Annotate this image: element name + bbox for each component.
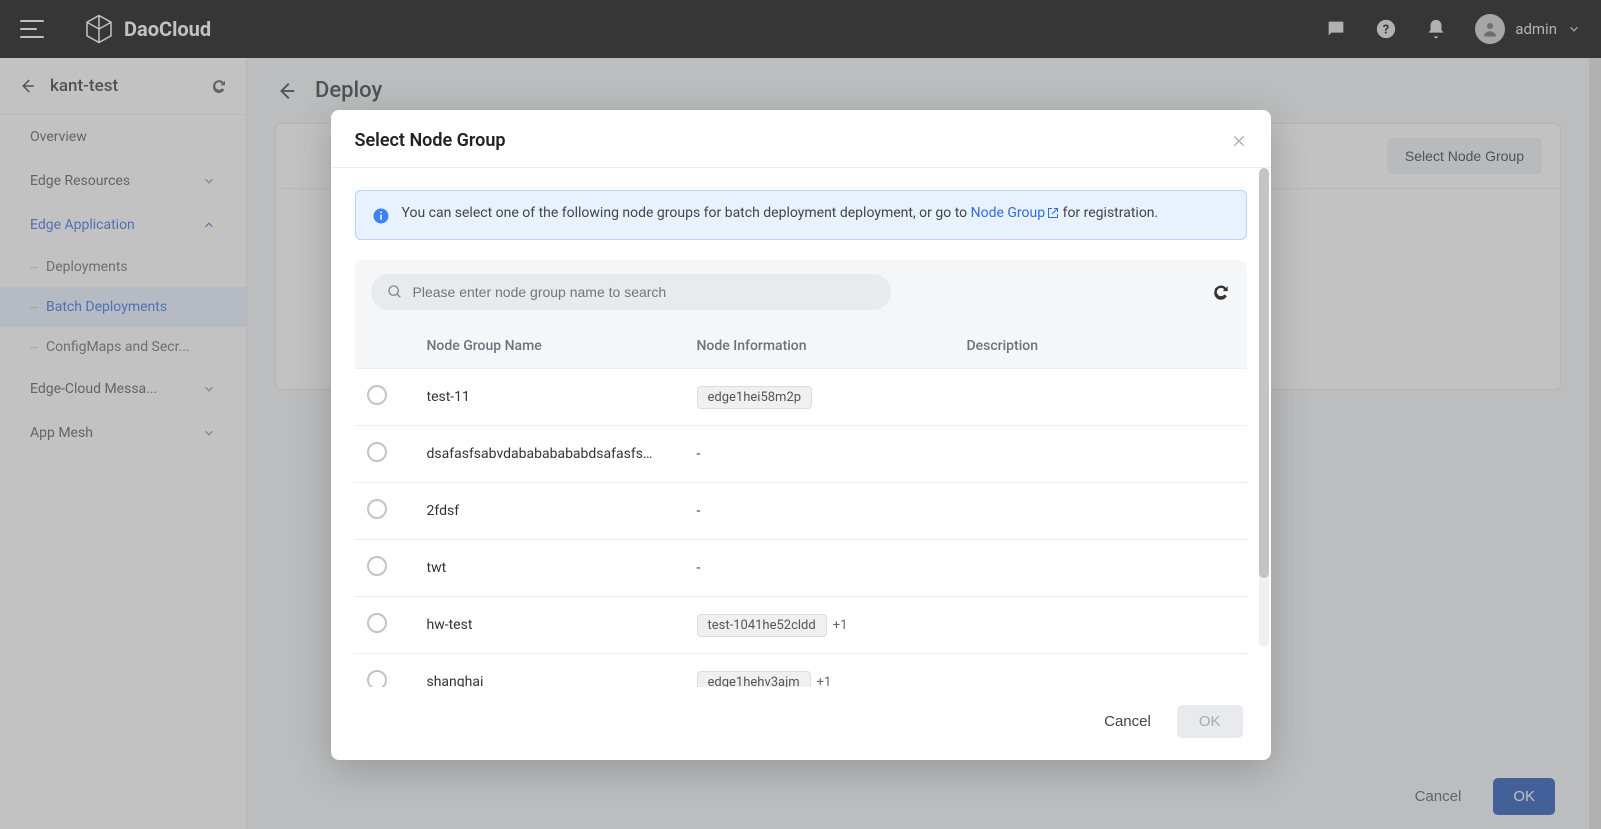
col-name: Node Group Name	[415, 324, 685, 369]
search-input[interactable]	[413, 284, 875, 300]
col-info: Node Information	[685, 324, 955, 369]
external-link-icon	[1047, 207, 1059, 219]
info-banner: You can select one of the following node…	[355, 190, 1247, 240]
close-icon[interactable]	[1231, 133, 1247, 149]
row-radio[interactable]	[367, 613, 387, 633]
select-node-group-modal: Select Node Group You can select one of …	[331, 110, 1271, 760]
search-box[interactable]	[371, 274, 891, 310]
info-text-post: for registration.	[1063, 205, 1159, 221]
table-row[interactable]: hw-test test-1041he52cldd +1	[355, 597, 1247, 654]
info-text: You can select one of the following node…	[402, 205, 1159, 225]
row-radio[interactable]	[367, 556, 387, 576]
more-count: +1	[833, 618, 848, 633]
row-radio[interactable]	[367, 499, 387, 519]
info-icon	[372, 207, 390, 225]
row-desc	[955, 597, 1247, 654]
modal-overlay[interactable]: Select Node Group You can select one of …	[0, 0, 1601, 829]
node-group-link[interactable]: Node Group	[971, 205, 1059, 221]
node-tag: edge1hei58m2p	[697, 386, 813, 409]
row-desc	[955, 483, 1247, 540]
modal-title: Select Node Group	[355, 130, 506, 151]
row-name: dsafasfsabvdabababababdsafasfsab...	[427, 446, 657, 462]
modal-ok-button[interactable]: OK	[1177, 705, 1243, 738]
row-desc	[955, 369, 1247, 426]
scrollbar-thumb[interactable]	[1259, 168, 1269, 578]
node-info-text: -	[697, 503, 701, 519]
table-row[interactable]: test-11 edge1hei58m2p	[355, 369, 1247, 426]
node-tag: edge1hehv3ajm	[697, 671, 811, 688]
more-count: +1	[817, 675, 832, 688]
modal-cancel-button[interactable]: Cancel	[1092, 705, 1163, 738]
row-radio[interactable]	[367, 385, 387, 405]
col-desc: Description	[955, 324, 1247, 369]
row-name: twt	[427, 560, 657, 576]
row-name: 2fdsf	[427, 503, 657, 519]
search-toolbar	[355, 260, 1247, 324]
node-tag: test-1041he52cldd	[697, 614, 827, 637]
row-radio[interactable]	[367, 442, 387, 462]
table-row[interactable]: 2fdsf -	[355, 483, 1247, 540]
row-desc	[955, 426, 1247, 483]
link-label: Node Group	[971, 205, 1045, 221]
table-row[interactable]: dsafasfsabvdabababababdsafasfsab... -	[355, 426, 1247, 483]
refresh-icon[interactable]	[1211, 282, 1231, 302]
row-radio[interactable]	[367, 670, 387, 687]
row-desc	[955, 540, 1247, 597]
row-desc	[955, 654, 1247, 688]
row-name: hw-test	[427, 617, 657, 633]
node-group-table: Node Group Name Node Information Descrip…	[355, 324, 1247, 687]
node-info-text: -	[697, 446, 701, 462]
search-icon	[387, 284, 403, 300]
table-row[interactable]: twt -	[355, 540, 1247, 597]
row-name: test-11	[427, 389, 657, 405]
row-name: shanghai	[427, 674, 657, 687]
table-row[interactable]: shanghai edge1hehv3ajm +1	[355, 654, 1247, 688]
node-info-text: -	[697, 560, 701, 576]
info-text-pre: You can select one of the following node…	[402, 205, 971, 221]
